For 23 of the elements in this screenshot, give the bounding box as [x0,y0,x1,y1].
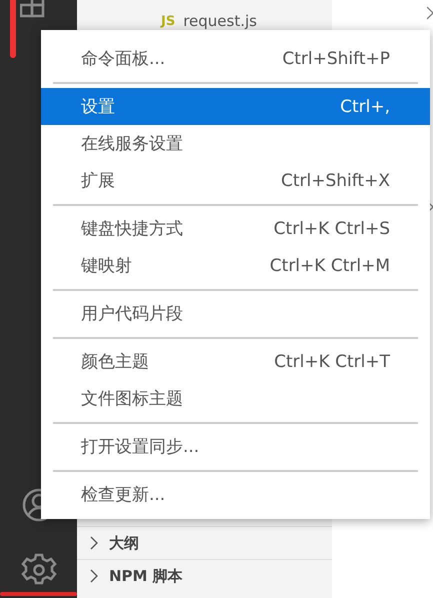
menu-item[interactable]: 文件图标主题 [41,380,430,417]
shortcut-label: Ctrl+K Ctrl+S [274,218,390,238]
shortcut-label: Ctrl+K Ctrl+T [274,352,390,372]
menu-item[interactable]: 扩展 Ctrl+Shift+X [41,162,430,199]
shortcut-label: Ctrl+, [340,96,390,116]
shortcut-label: Ctrl+Shift+X [280,170,390,190]
menu-item[interactable]: 键盘快捷方式 Ctrl+K Ctrl+S [41,210,430,247]
menu-item[interactable]: 用户代码片段 [41,295,430,332]
section-header[interactable]: 大纲 [77,526,332,559]
menu-item[interactable]: 在线服务设置 [41,125,430,162]
chevron-icon[interactable] [427,6,433,20]
menu-item[interactable]: 命令面板... Ctrl+Shift+P [41,40,430,77]
file-name[interactable]: request.js [183,12,257,30]
menu-item[interactable]: 键映射 Ctrl+K Ctrl+M [41,247,430,284]
menu-item[interactable]: 打开设置同步... [41,428,430,465]
js-file-icon: JS [161,14,176,28]
menu-item[interactable]: 检查更新... [41,476,430,513]
shortcut-label: Ctrl+K Ctrl+M [270,256,390,276]
scrollbar-thumb[interactable] [10,0,16,58]
section-header[interactable]: NPM 脚本 [77,559,332,592]
menu-item[interactable]: 颜色主题 Ctrl+K Ctrl+T [41,343,430,380]
menu-item[interactable]: 设置 Ctrl+, [41,88,430,125]
shortcut-label: Ctrl+Shift+P [282,48,390,68]
